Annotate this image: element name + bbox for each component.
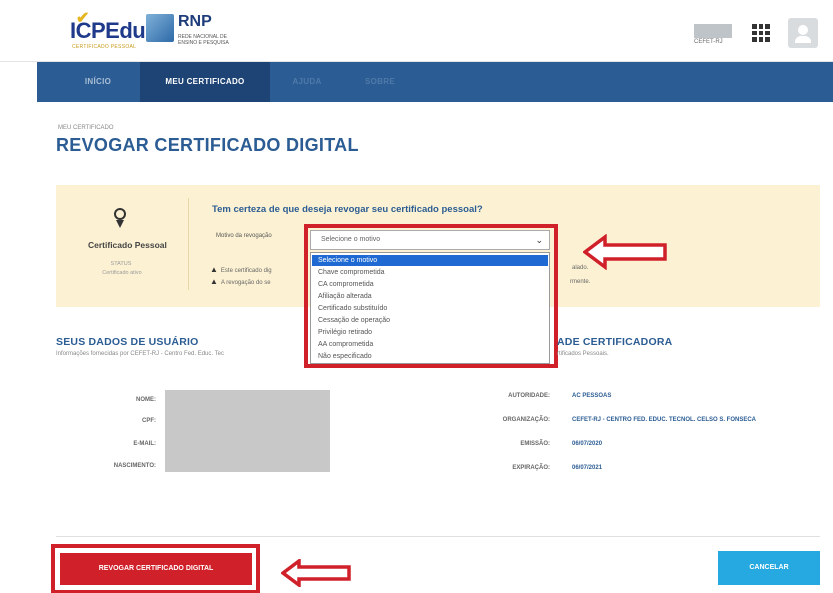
field-label-emissao: EMISSÃO: [520,441,550,447]
certificate-name: Certificado Pessoal [88,240,167,250]
icpedu-logo-subtitle: CERTIFICADO PESSOAL [72,44,137,50]
warning-icon: ▲ [210,265,218,274]
field-value-emissao: 06/07/2020 [572,441,603,447]
icpedu-logo[interactable]: ✔ ICPEdu [70,10,146,44]
panel-divider [188,198,189,290]
ca-section-subtitle: rtificados Pessoais. [557,351,609,357]
user-data-title: SEUS DADOS DE USUÁRIO [56,336,199,348]
ca-section-title: ADE CERTIFICADORA [557,336,673,348]
field-label-nascimento: NASCIMENTO: [113,463,156,469]
page-title: REVOGAR CERTIFICADO DIGITAL [56,135,359,155]
redacted-user-data [165,390,330,472]
user-avatar-icon[interactable] [788,18,818,48]
nav-item-sobre[interactable]: SOBRE [355,62,405,102]
field-label-organizacao: ORGANIZAÇÃO: [502,417,550,423]
institution-label: CEFET-RJ [694,39,723,45]
apps-grid-icon[interactable] [752,24,770,42]
field-label-expiracao: EXPIRAÇÃO: [512,465,550,471]
annotation-arrow-icon [281,559,351,587]
rnp-logo[interactable]: RNP REDE NACIONAL DE ENSINO E PESQUISA [146,13,234,50]
certificate-status-value: Certificado ativo [102,270,142,276]
nav-item-inicio[interactable]: INÍCIO [66,62,130,102]
reason-label: Motivo da revogação [216,233,272,239]
field-label-cpf: CPF: [142,418,156,424]
field-value-autoridade: AC PESSOAS [572,393,612,399]
warning-2-end: rmente. [570,279,591,285]
rnp-logo-text: RNP [178,13,212,30]
field-label-autoridade: AUTORIDADE: [508,393,550,399]
check-icon: ✔ [76,10,89,27]
header: ✔ ICPEdu CERTIFICADO PESSOAL RNP REDE NA… [0,0,833,62]
field-label-nome: NOME: [136,397,156,403]
nav-item-ajuda[interactable]: AJUDA [282,62,332,102]
certificate-status-label: STATUS [110,261,132,267]
annotation-arrow-icon [583,234,667,270]
user-data-subtitle: Informações fornecidas por CEFET-RJ - Ce… [56,351,224,357]
main-nav: INÍCIO MEU CERTIFICADO AJUDA SOBRE [37,62,833,102]
rnp-logo-subtitle: REDE NACIONAL DE ENSINO E PESQUISA [178,34,229,46]
field-value-organizacao: CEFET-RJ - CENTRO FED. EDUC. TECNOL. CEL… [572,417,757,423]
warning-2: ▲ A revogação do se [210,277,271,286]
revoke-question: Tem certeza de que deseja revogar seu ce… [212,204,483,215]
warning-icon: ▲ [210,277,218,286]
breadcrumb[interactable]: MEU CERTIFICADO [58,125,114,131]
nav-item-meu-certificado[interactable]: MEU CERTIFICADO [140,62,270,102]
annotation-highlight-box [51,544,260,593]
footer-divider [56,536,820,537]
field-value-expiracao: 06/07/2021 [572,465,603,471]
rnp-logo-mark [146,14,174,42]
annotation-highlight-box [304,224,558,368]
warning-1: ▲ Este certificado dig [210,265,272,274]
certificate-icon [113,208,127,230]
institution-logo [694,24,732,38]
cancel-button[interactable]: CANCELAR [718,551,820,585]
field-label-email: E-MAIL: [133,441,156,447]
